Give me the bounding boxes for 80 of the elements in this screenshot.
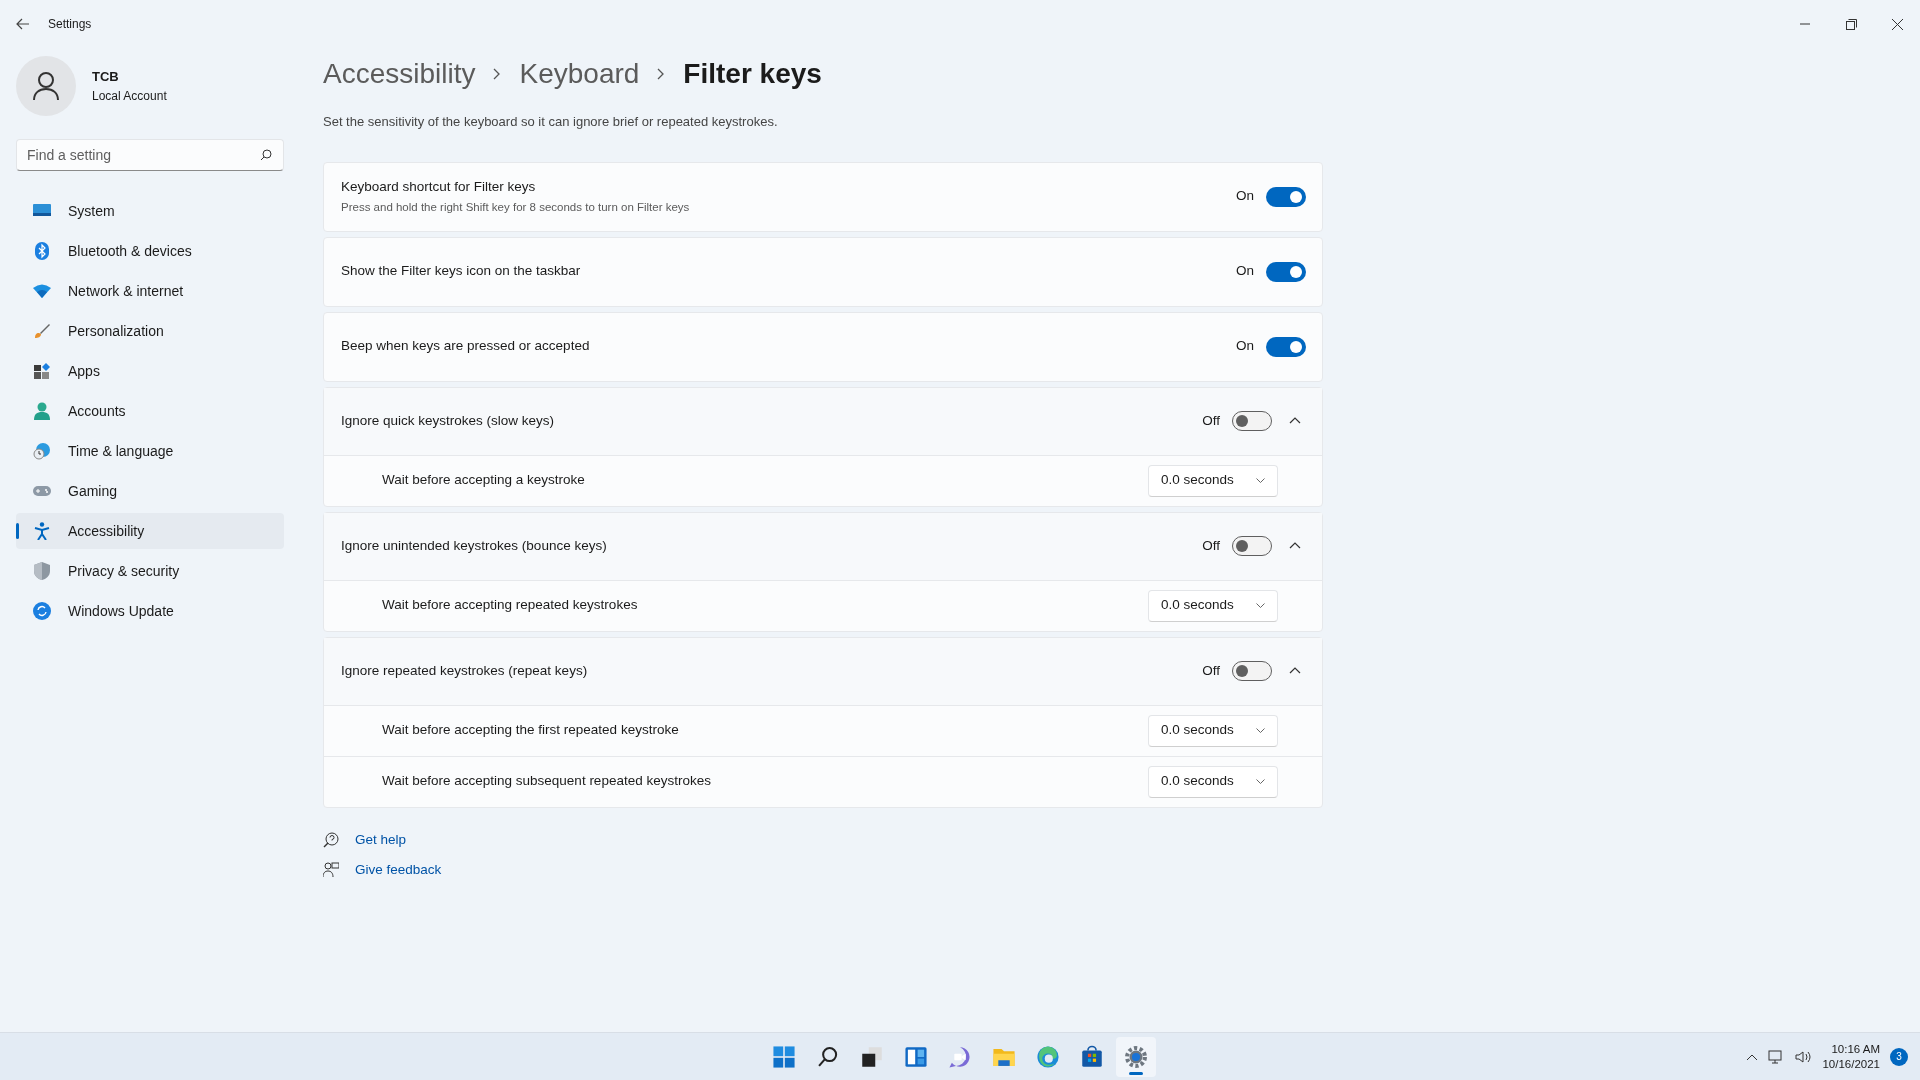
globe-clock-icon — [33, 442, 51, 460]
chevron-up-icon[interactable] — [1746, 1052, 1759, 1061]
chevron-down-icon — [1256, 778, 1265, 785]
toggle-state: Off — [1202, 661, 1220, 680]
toggle-state: On — [1236, 262, 1254, 281]
back-arrow-icon[interactable] — [16, 18, 30, 30]
chevron-down-icon — [1256, 727, 1265, 734]
sidebar-item[interactable]: Privacy & security — [16, 553, 284, 589]
close-icon — [1891, 18, 1903, 30]
chevron-down-icon — [1256, 602, 1265, 609]
dropdown[interactable]: 0.0 seconds — [1148, 714, 1278, 747]
setting-title: Ignore quick keystrokes (slow keys) — [341, 411, 555, 430]
shield-icon — [34, 562, 50, 580]
wifi-icon — [33, 284, 51, 298]
setting-title: Beep when keys are pressed or accepted — [341, 337, 590, 356]
sidebar-item[interactable]: Network & internet — [16, 273, 284, 309]
accessibility-icon — [34, 522, 50, 540]
volume-icon[interactable] — [1794, 1048, 1813, 1065]
sidebar-item[interactable]: Personalization — [16, 313, 284, 349]
sidebar-item[interactable]: Windows Update — [16, 593, 284, 629]
help-link[interactable]: Give feedback — [355, 859, 442, 880]
toggle-switch[interactable] — [1232, 536, 1272, 556]
page-description: Set the sensitivity of the keyboard so it can ignore brief or repeated keystrokes. — [323, 113, 779, 131]
toggle-state: Off — [1202, 411, 1220, 430]
chevron-down-icon — [1256, 477, 1265, 484]
search-field[interactable]: Find a setting — [16, 139, 284, 171]
page-title: Filter keys — [683, 57, 822, 91]
chevron-right-icon — [657, 68, 666, 80]
start-icon — [771, 1043, 797, 1070]
setting-label: Wait before accepting repeated keystrokes — [382, 596, 638, 615]
toggle-switch[interactable] — [1232, 661, 1272, 681]
sidebar-item[interactable]: Time & language — [16, 433, 284, 469]
setting-title: Show the Filter keys icon on the taskbar — [341, 262, 581, 281]
bluetooth-icon — [35, 242, 49, 260]
dropdown[interactable]: 0.0 seconds — [1148, 765, 1278, 798]
toggle-state: On — [1236, 187, 1254, 206]
dropdown[interactable]: 0.0 seconds — [1148, 464, 1278, 497]
setting-label: Wait before accepting subsequent repeated keystrokes — [382, 772, 711, 791]
clock[interactable]: 10:16 AM 10/16/2021 — [1822, 1042, 1880, 1071]
toggle-switch[interactable] — [1266, 186, 1306, 207]
sidebar-item[interactable]: Gaming — [16, 473, 284, 509]
account-type: Local Account — [92, 87, 167, 105]
setting-title: Ignore repeated keystrokes (repeat keys) — [341, 661, 588, 680]
chevron-right-icon — [493, 68, 502, 80]
setting-title: Ignore unintended keystrokes (bounce keys) — [341, 536, 607, 555]
sidebar-item[interactable]: Bluetooth & devices — [16, 233, 284, 269]
update-icon — [33, 602, 51, 620]
notification-count[interactable]: 3 — [1890, 1047, 1908, 1066]
person-icon — [34, 402, 50, 420]
feedback-icon — [323, 861, 339, 878]
account-name: TCB — [92, 68, 120, 87]
browser-icon — [1035, 1043, 1061, 1070]
window-title: Settings — [48, 16, 92, 33]
monitor-icon — [33, 203, 51, 219]
gear-icon — [1123, 1043, 1149, 1070]
sidebar-item[interactable]: Accessibility — [16, 513, 284, 549]
dropdown[interactable]: 0.0 seconds — [1148, 589, 1278, 622]
toggle-switch[interactable] — [1266, 261, 1306, 282]
brush-icon — [34, 323, 50, 339]
help-icon — [323, 831, 339, 848]
help-link[interactable]: Get help — [355, 829, 407, 850]
toggle-switch[interactable] — [1232, 411, 1272, 431]
setting-description: Press and hold the right Shift key for 8 seconds to turn on Filter keys — [341, 200, 690, 215]
sidebar-item[interactable]: System — [16, 193, 284, 229]
setting-title: Keyboard shortcut for Filter keys — [341, 177, 537, 196]
setting-label: Wait before accepting the first repeated keystroke — [382, 721, 679, 740]
network-icon[interactable] — [1768, 1048, 1785, 1065]
gamepad-icon — [33, 485, 51, 497]
toggle-state: On — [1236, 337, 1254, 356]
restore-icon — [1845, 18, 1857, 30]
sidebar-item[interactable]: Accounts — [16, 393, 284, 429]
toggle-state: Off — [1202, 536, 1220, 555]
breadcrumb-link[interactable]: Keyboard — [519, 53, 640, 95]
sidebar-item[interactable]: Apps — [16, 353, 284, 389]
setting-label: Wait before accepting a keystroke — [382, 471, 585, 490]
breadcrumb-link[interactable]: Accessibility — [323, 53, 476, 95]
toggle-switch[interactable] — [1266, 336, 1306, 357]
apps-icon — [34, 363, 50, 379]
search-icon — [260, 149, 272, 161]
store-icon — [1079, 1043, 1105, 1070]
